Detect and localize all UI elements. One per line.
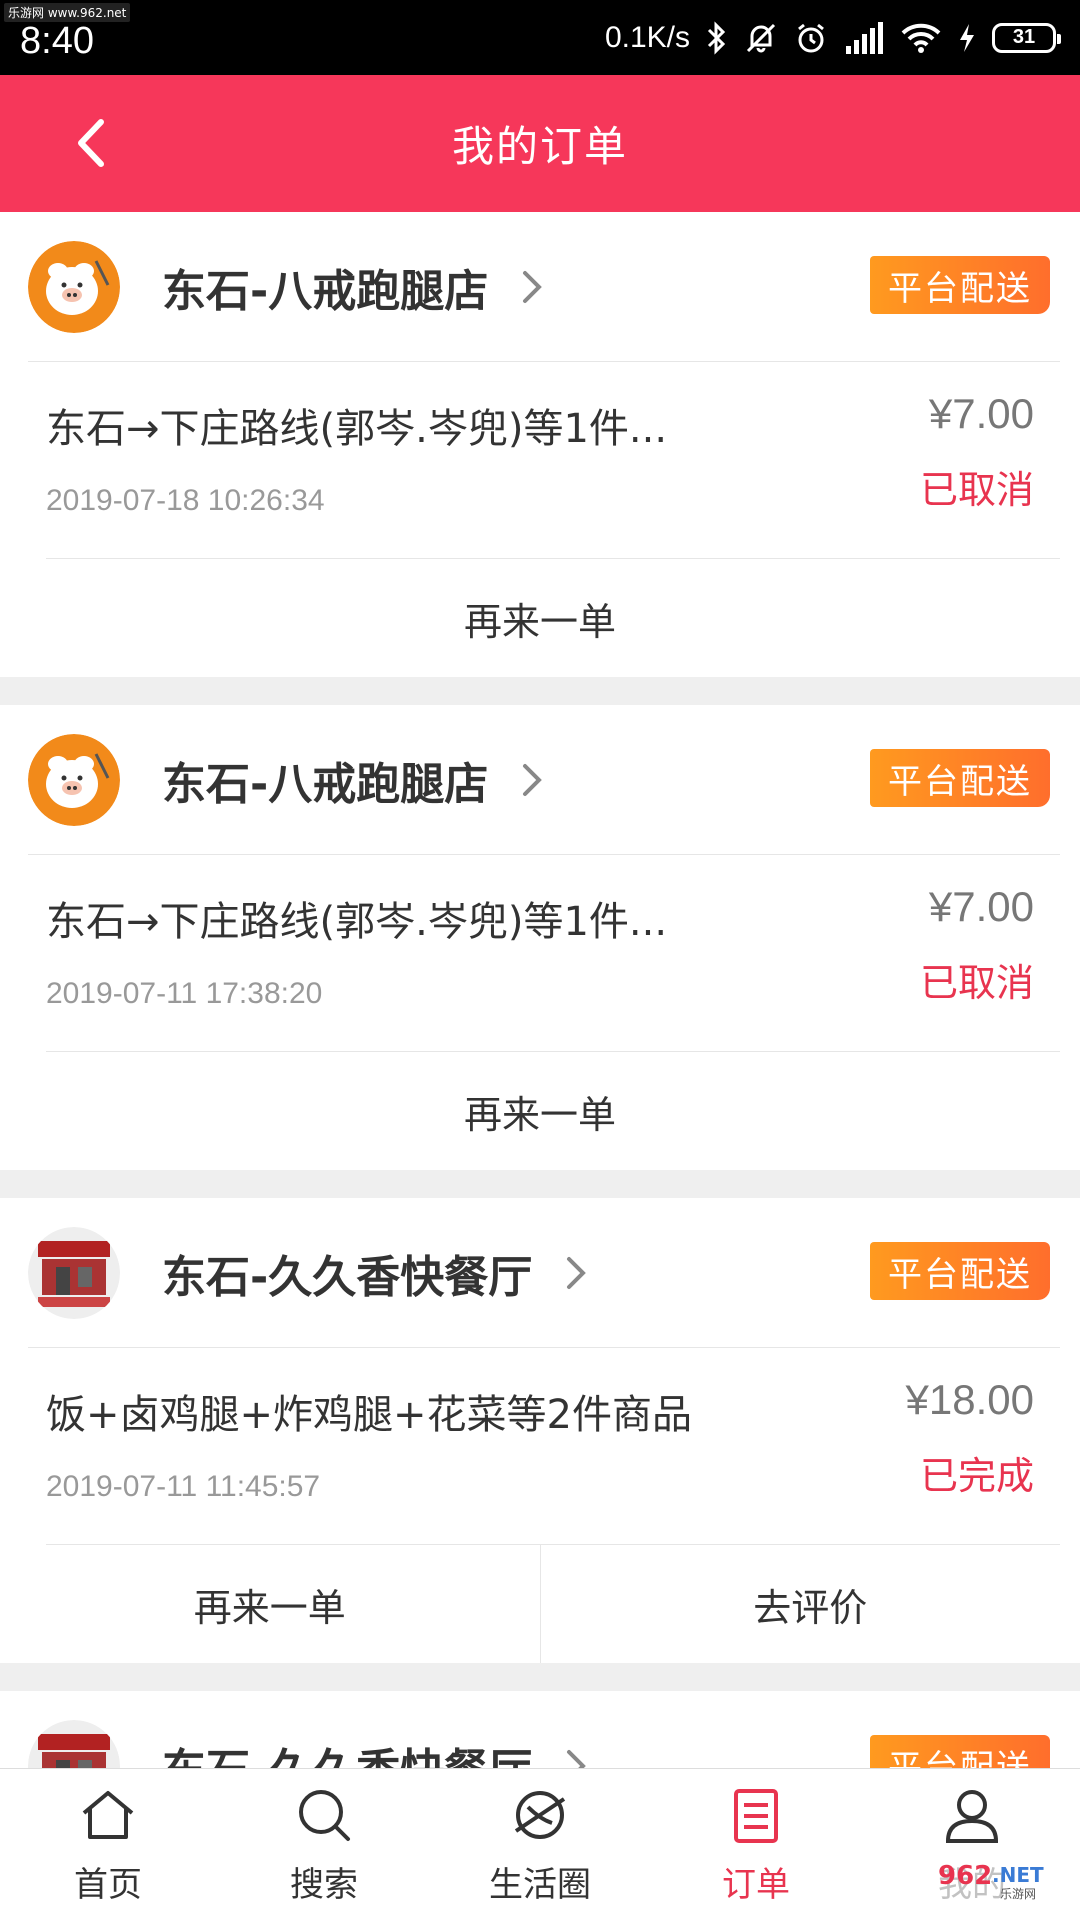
shop-avatar-restaurant — [28, 1226, 120, 1319]
shop-row[interactable]: 东石-久久香快餐厅 平台配送 — [28, 1691, 1060, 1768]
shop-avatar-pig — [28, 733, 120, 826]
page-title: 我的订单 — [451, 122, 628, 171]
order-detail-row[interactable]: 饭+卤鸡腿+炸鸡腿+花菜等2件商品 2019-07-11 11:45:57 ¥1… — [46, 1348, 1060, 1545]
planet-icon — [508, 1783, 572, 1847]
svg-text:.NET: .NET — [992, 1863, 1044, 1887]
delivery-badge: 平台配送 — [870, 256, 1050, 314]
watermark-top-left: 乐游网 www.962.net — [4, 3, 131, 22]
reorder-button[interactable]: 再来一单 — [0, 1545, 540, 1663]
order-card: 东石-久久香快餐厅 平台配送 饭+卤鸡腿+炸鸡腿+花菜等2件商品 2019-07… — [0, 1198, 1080, 1663]
charging-icon — [958, 20, 976, 56]
order-status: 已取消 — [919, 961, 1034, 1005]
order-date: 2019-07-11 17:38:20 — [46, 977, 323, 1010]
mute-bell-icon — [744, 20, 778, 56]
order-price: ¥7.00 — [928, 390, 1034, 437]
bottom-nav: 首页 搜索 生活圈 订单 我的 — [0, 1768, 1080, 1920]
order-detail-row[interactable]: 东石→下庄路线(郭岑.岑兜)等1件... 2019-07-11 17:38:20… — [46, 855, 1060, 1052]
search-icon — [292, 1783, 356, 1847]
back-button[interactable] — [60, 113, 120, 173]
shop-name: 东石-八戒跑腿店 — [162, 758, 489, 810]
svg-text:乐游网: 乐游网 — [1000, 1887, 1036, 1901]
order-date: 2019-07-18 10:26:34 — [46, 484, 325, 517]
battery-indicator: 31 — [992, 22, 1061, 53]
watermark-logo: 962 .NET 乐游网 — [928, 1848, 1068, 1908]
page-header: 我的订单 — [0, 75, 1080, 212]
order-list[interactable]: 东石-八戒跑腿店 平台配送 东石→下庄路线(郭岑.岑兜)等1件... 2019-… — [0, 212, 1080, 1768]
delivery-badge: 平台配送 — [870, 749, 1050, 807]
nav-orders-label: 订单 — [722, 1865, 790, 1905]
chevron-left-icon — [78, 119, 104, 167]
shop-avatar-restaurant — [28, 1720, 120, 1768]
reorder-button[interactable]: 再来一单 — [0, 559, 1080, 677]
order-card: 东石-久久香快餐厅 平台配送 — [0, 1691, 1080, 1768]
order-date: 2019-07-11 11:45:57 — [46, 1470, 321, 1503]
signal-icon — [844, 20, 884, 56]
bluetooth-icon — [706, 20, 728, 56]
network-speed: 0.1K/s — [604, 20, 690, 54]
chevron-right-icon — [522, 763, 543, 797]
order-items: 东石→下庄路线(郭岑.岑兜)等1件... — [46, 406, 668, 452]
home-icon — [76, 1783, 140, 1847]
order-price: ¥7.00 — [928, 883, 1034, 930]
order-detail-row[interactable]: 东石→下庄路线(郭岑.岑兜)等1件... 2019-07-18 10:26:34… — [46, 362, 1060, 559]
user-icon — [940, 1783, 1004, 1847]
order-price: ¥18.00 — [905, 1376, 1034, 1423]
alarm-icon — [794, 20, 828, 56]
reorder-button[interactable]: 再来一单 — [0, 1052, 1080, 1170]
shop-row[interactable]: 东石-久久香快餐厅 平台配送 — [28, 1198, 1060, 1348]
shop-name: 东石-久久香快餐厅 — [162, 1734, 532, 1768]
chevron-right-icon — [522, 270, 543, 304]
shop-name: 东石-八戒跑腿店 — [162, 265, 489, 317]
delivery-badge: 平台配送 — [870, 1242, 1050, 1300]
order-status: 已取消 — [919, 468, 1034, 512]
status-bar: 乐游网 www.962.net 8:40 0.1K/s 31 — [0, 0, 1080, 75]
order-items: 饭+卤鸡腿+炸鸡腿+花菜等2件商品 — [46, 1392, 692, 1438]
order-status: 已完成 — [919, 1454, 1034, 1498]
svg-text:962: 962 — [938, 1861, 992, 1891]
shop-name: 东石-久久香快餐厅 — [162, 1251, 533, 1303]
shop-row[interactable]: 东石-八戒跑腿店 平台配送 — [28, 212, 1060, 362]
nav-search-label: 搜索 — [290, 1865, 358, 1905]
order-card: 东石-八戒跑腿店 平台配送 东石→下庄路线(郭岑.岑兜)等1件... 2019-… — [0, 705, 1080, 1170]
delivery-badge: 平台配送 — [870, 1735, 1050, 1768]
chevron-right-icon — [566, 1749, 587, 1768]
chevron-right-icon — [566, 1256, 587, 1290]
nav-home-label: 首页 — [74, 1865, 142, 1905]
wifi-icon — [900, 20, 942, 56]
order-actions: 再来一单 — [0, 559, 1080, 677]
nav-life-circle-label: 生活圈 — [489, 1865, 591, 1905]
nav-home[interactable]: 首页 — [0, 1769, 216, 1920]
order-card: 东石-八戒跑腿店 平台配送 东石→下庄路线(郭岑.岑兜)等1件... 2019-… — [0, 212, 1080, 677]
nav-orders[interactable]: 订单 — [648, 1769, 864, 1920]
orders-icon — [724, 1783, 788, 1847]
order-actions: 再来一单 — [0, 1052, 1080, 1170]
order-items: 东石→下庄路线(郭岑.岑兜)等1件... — [46, 899, 668, 945]
nav-life-circle[interactable]: 生活圈 — [432, 1769, 648, 1920]
shop-avatar-pig — [28, 240, 120, 333]
order-actions: 再来一单 去评价 — [0, 1545, 1080, 1663]
review-button[interactable]: 去评价 — [541, 1545, 1080, 1663]
nav-search[interactable]: 搜索 — [216, 1769, 432, 1920]
status-time: 8:40 — [20, 20, 94, 62]
shop-row[interactable]: 东石-八戒跑腿店 平台配送 — [28, 705, 1060, 855]
